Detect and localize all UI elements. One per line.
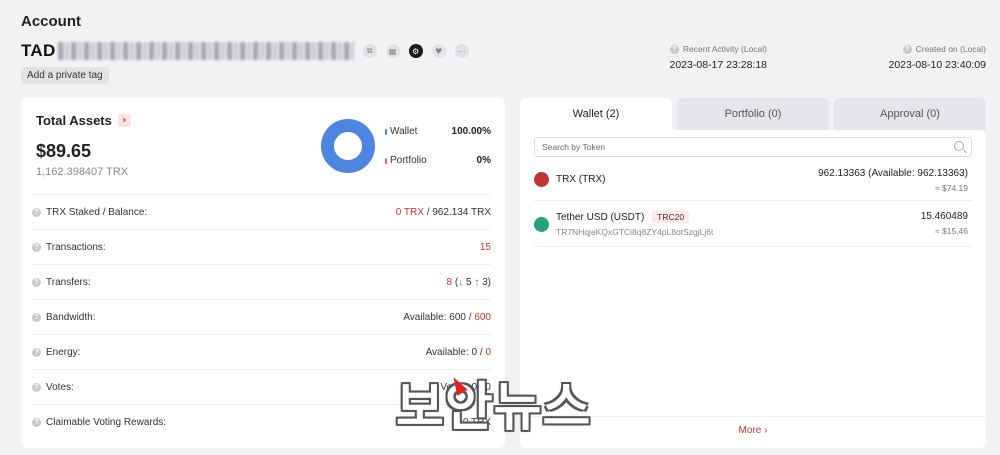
divider xyxy=(534,200,972,201)
help-icon[interactable]: ? xyxy=(32,242,41,252)
trx-logo-icon xyxy=(534,172,549,187)
stat-label: Claimable Voting Rewards: xyxy=(46,416,167,428)
token-row-trx[interactable]: TRX (TRX) 962.13363 (Available: 962.1336… xyxy=(534,168,972,202)
staked-value[interactable]: 0 TRX xyxy=(396,207,424,218)
legend-pct: 0% xyxy=(476,155,491,166)
recent-activity-label: Recent Activity (Local) xyxy=(682,44,767,54)
search-placeholder: Search by Token xyxy=(542,142,606,152)
legend-name: Wallet xyxy=(390,126,418,137)
heart-icon[interactable]: ♥ xyxy=(431,44,446,58)
total: 0 xyxy=(485,346,491,358)
available-prefix: Available: xyxy=(425,346,469,358)
total-assets-title[interactable]: Total Assets › xyxy=(36,113,131,128)
qr-code-icon[interactable]: ▦ xyxy=(385,44,400,58)
stat-row-transfers: ? Transfers: 8 (↓ 5 ↑ 3) xyxy=(32,264,491,299)
stat-label: Transfers: xyxy=(46,276,91,288)
legend-dot xyxy=(385,157,387,164)
transfers-total[interactable]: 8 xyxy=(447,277,453,288)
token-amount: 962.13363 (Available: 962.13363) xyxy=(818,168,968,179)
total-assets-trx: 1,162.398407 TRX xyxy=(36,166,129,178)
legend-pct: 100.00% xyxy=(451,126,491,137)
tab-portfolio[interactable]: Portfolio (0) xyxy=(677,98,829,130)
tab-approval[interactable]: Approval (0) xyxy=(834,98,986,130)
token-search-input[interactable]: Search by Token xyxy=(534,137,972,157)
token-name[interactable]: TRX (TRX) xyxy=(556,174,605,185)
created-on-label: Created on (Local) xyxy=(915,44,986,54)
help-icon[interactable]: ? xyxy=(32,417,41,427)
legend-name: Portfolio xyxy=(390,155,427,166)
sep: / xyxy=(426,206,430,218)
created-on: ? Created on (Local) 2023-08-10 23:40:09 xyxy=(889,44,987,71)
paren: ) xyxy=(487,276,491,288)
token-amount: 15.460489 xyxy=(920,211,968,222)
address-row: TAD ⧉ ▦ ⚙ ♥ ⋯ xyxy=(21,40,469,62)
arrow-up-icon: ↑ xyxy=(474,276,480,288)
help-icon[interactable]: ? xyxy=(32,207,41,217)
asset-donut-chart xyxy=(321,119,375,173)
total-assets-label: Total Assets xyxy=(36,113,112,128)
energy-value: Available: 0 / 0 xyxy=(426,347,491,358)
stat-value: 0 TRX / 962.134 TRX xyxy=(396,207,491,218)
copy-icon[interactable]: ⧉ xyxy=(362,44,377,58)
stat-row-bandwidth: ? Bandwidth: Available: 600 / 600 xyxy=(32,299,491,334)
legend-portfolio: Portfolio 0% xyxy=(385,155,491,166)
sep: / xyxy=(468,311,472,323)
token-usd: ≈ $74.19 xyxy=(934,183,968,193)
stat-label: Energy: xyxy=(46,346,81,358)
recent-activity-value: 2023-08-17 23:28:18 xyxy=(669,59,768,71)
address-redacted xyxy=(57,42,354,60)
settings-icon[interactable]: ⚙ xyxy=(408,44,423,58)
stat-row-staked: ? TRX Staked / Balance: 0 TRX / 962.134 T… xyxy=(32,194,491,229)
transactions-value[interactable]: 15 xyxy=(480,242,491,253)
bandwidth-value: Available: 600 / 600 xyxy=(403,312,491,323)
total-assets-usd: $89.65 xyxy=(36,141,92,161)
token-row-usdt[interactable]: Tether USD (USDT) TRC20 TR7NHqjeKQxGTCi8… xyxy=(534,211,972,244)
transfers-in: 5 xyxy=(465,276,472,288)
available-prefix: Available: xyxy=(403,311,447,323)
transfers-value: 8 (↓ 5 ↑ 3) xyxy=(447,277,492,288)
token-contract[interactable]: TR7NHqjeKQxGTCi8q8ZY4pL8otSzgjLj6t xyxy=(556,227,713,237)
token-standard-badge: TRC20 xyxy=(652,211,690,223)
available: 0 xyxy=(471,346,478,358)
recent-activity: ? Recent Activity (Local) 2023-08-17 23:2… xyxy=(670,44,768,71)
token-usd: ≈ $15.46 xyxy=(934,226,968,236)
watermark: 보안뉴스 xyxy=(396,378,592,438)
created-on-value: 2023-08-10 23:40:09 xyxy=(888,59,987,71)
tab-bar: Wallet (2) Portfolio (0) Approval (0) xyxy=(520,98,986,130)
token-name[interactable]: Tether USD (USDT) xyxy=(556,212,644,223)
usdt-logo-icon xyxy=(534,217,549,232)
tab-wallet[interactable]: Wallet (2) xyxy=(520,98,672,130)
page-title: Account xyxy=(21,13,81,30)
add-private-tag-button[interactable]: Add a private tag xyxy=(21,67,109,84)
legend-dot xyxy=(385,128,387,135)
help-icon[interactable]: ? xyxy=(32,347,41,357)
help-icon[interactable]: ? xyxy=(32,312,41,322)
help-icon[interactable]: ? xyxy=(32,382,41,392)
sep: / xyxy=(479,346,483,358)
stat-row-energy: ? Energy: Available: 0 / 0 xyxy=(32,334,491,369)
stat-row-transactions: ? Transactions: 15 xyxy=(32,229,491,264)
help-icon[interactable]: ? xyxy=(32,277,41,287)
legend-wallet: Wallet 100.00% xyxy=(385,126,491,137)
arrow-down-icon: ↓ xyxy=(458,276,464,288)
stat-label: Transactions: xyxy=(46,241,106,253)
stat-label: Bandwidth: xyxy=(46,311,96,323)
total: 600 xyxy=(474,311,491,323)
chevron-right-icon[interactable]: › xyxy=(117,114,131,127)
available: 600 xyxy=(449,311,466,323)
search-icon[interactable] xyxy=(954,141,964,151)
divider xyxy=(534,246,972,247)
token-name-wrap: Tether USD (USDT) TRC20 xyxy=(556,211,690,223)
balance-value: 962.134 TRX xyxy=(432,206,491,218)
help-icon[interactable]: ? xyxy=(669,44,679,54)
address-text: TAD xyxy=(21,41,56,60)
help-icon[interactable]: ? xyxy=(902,44,912,54)
stat-label: TRX Staked / Balance: xyxy=(46,206,148,218)
stat-label: Votes: xyxy=(46,381,74,393)
more-icon[interactable]: ⋯ xyxy=(454,44,469,58)
